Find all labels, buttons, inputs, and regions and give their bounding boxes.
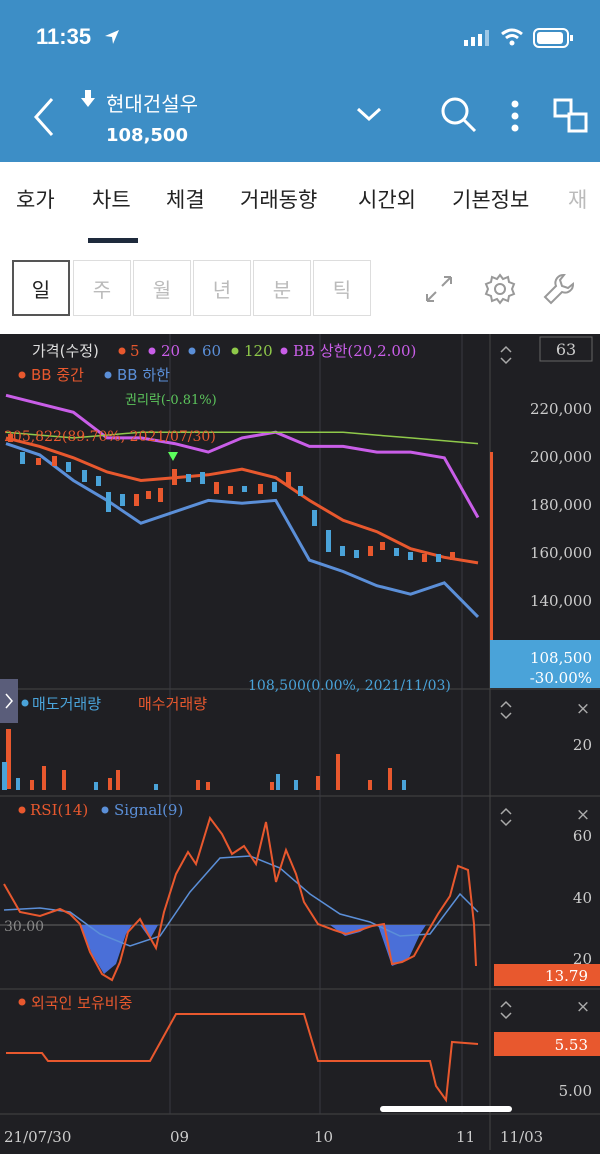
- foreign-label: 외국인 보유비중: [31, 994, 132, 1012]
- high-note: 205,822(89.70%, 2021/07/30): [4, 429, 216, 445]
- legend-bb-upper: BB 상한(20,2.00): [293, 342, 416, 360]
- xaxis-label-0: 21/07/30: [4, 1128, 71, 1146]
- stock-price: 108,500: [106, 125, 188, 146]
- tab-indicator: [88, 238, 138, 243]
- period-tick[interactable]: 틱: [313, 260, 371, 316]
- chevron-down-icon[interactable]: [356, 106, 382, 122]
- tab-trades[interactable]: 체결: [166, 184, 205, 214]
- tab-chart[interactable]: 차트: [92, 184, 131, 214]
- rsi-level: 30.00: [4, 919, 44, 935]
- back-icon[interactable]: [30, 95, 58, 139]
- legend-dot-bb-lower: [104, 371, 112, 379]
- current-change: -30.00%: [530, 669, 592, 687]
- wifi-icon: [501, 28, 523, 46]
- rsi-value: 13.79: [545, 967, 588, 985]
- tab-orderbook[interactable]: 호가: [16, 184, 55, 214]
- xaxis-label-2: 10: [314, 1128, 333, 1146]
- rsi-close-icon[interactable]: ×: [576, 805, 590, 825]
- legend-5: 5: [130, 342, 140, 360]
- foreign-close-icon[interactable]: ×: [576, 997, 590, 1017]
- legend-dot-20: [148, 347, 156, 355]
- window-icon[interactable]: [553, 98, 589, 134]
- legend-dot-120: [231, 347, 239, 355]
- legend-bb-lower: BB 하한: [117, 366, 170, 384]
- period-week[interactable]: 주: [73, 260, 131, 316]
- app-header: 11:35 현대건설우 108,500: [0, 0, 600, 162]
- location-arrow-icon: [105, 30, 119, 44]
- rsi-axis-40: 40: [573, 889, 592, 907]
- price-axis-140000: 140,000: [530, 592, 592, 610]
- legend-dot-60: [188, 347, 196, 355]
- tab-bar: 호가 차트 체결 거래동향 시간외 기본정보 재: [0, 162, 600, 245]
- current-price: 108,500: [530, 649, 592, 667]
- tab-afterhours[interactable]: 시간외: [358, 184, 416, 214]
- sell-volume-label: 매도거래량: [32, 695, 101, 713]
- period-bar: 일 주 월 년 분 틱: [0, 244, 600, 334]
- tab-trend[interactable]: 거래동향: [240, 184, 317, 214]
- more-icon[interactable]: [510, 100, 520, 132]
- count-value: 63: [556, 340, 576, 359]
- status-time: 11:35: [36, 24, 92, 49]
- legend-120: 120: [244, 342, 273, 360]
- expand-icon[interactable]: [424, 274, 454, 304]
- price-axis-160000: 160,000: [530, 544, 592, 562]
- legend-dot-bb-upper: [280, 347, 288, 355]
- tab-info[interactable]: 기본정보: [452, 184, 529, 214]
- gear-icon[interactable]: [484, 273, 516, 305]
- rsi-axis-60: 60: [573, 827, 592, 845]
- tab-more[interactable]: 재: [568, 184, 587, 214]
- down-arrow-icon: [81, 90, 95, 107]
- low-note: 108,500(0.00%, 2021/11/03): [248, 678, 451, 694]
- buy-volume-label: 매수거래량: [138, 695, 207, 713]
- signal-icon: [464, 30, 489, 46]
- home-indicator: [380, 1106, 512, 1112]
- xaxis-current: 11/03: [500, 1128, 543, 1146]
- legend-20: 20: [161, 342, 180, 360]
- legend-60: 60: [202, 342, 221, 360]
- foreign-value: 5.53: [555, 1036, 588, 1054]
- period-year[interactable]: 년: [193, 260, 251, 316]
- chart-area[interactable]: 가격(수정) 5 20 60 120 BB 상한(20,2.00) BB 중간 …: [0, 334, 600, 1150]
- stock-name[interactable]: 현대건설우: [106, 88, 198, 117]
- price-title: 가격(수정): [32, 342, 99, 360]
- price-axis-180000: 180,000: [530, 496, 592, 514]
- volume-axis: 20: [573, 736, 592, 754]
- legend-bb-mid: BB 중간: [31, 366, 84, 384]
- wrench-icon[interactable]: [542, 272, 576, 306]
- rsi-label: RSI(14): [30, 801, 88, 819]
- legend-dot-5: [118, 347, 126, 355]
- xaxis-label-3: 11: [456, 1128, 475, 1146]
- battery-icon: [533, 28, 573, 48]
- stock-chart[interactable]: 가격(수정) 5 20 60 120 BB 상한(20,2.00) BB 중간 …: [0, 334, 600, 1150]
- price-axis-200000: 200,000: [530, 448, 592, 466]
- ex-rights-label: 권리락(-0.81%): [125, 393, 217, 408]
- period-day[interactable]: 일: [12, 260, 70, 316]
- period-minute[interactable]: 분: [253, 260, 311, 316]
- side-handle[interactable]: [0, 679, 18, 723]
- legend-dot-bb-mid: [18, 371, 26, 379]
- xaxis-label-1: 09: [170, 1128, 189, 1146]
- period-month[interactable]: 월: [133, 260, 191, 316]
- signal-label: Signal(9): [114, 801, 183, 819]
- foreign-axis: 5.00: [559, 1082, 592, 1100]
- search-icon[interactable]: [440, 96, 478, 134]
- price-axis-220000: 220,000: [530, 400, 592, 418]
- volume-close-icon[interactable]: ×: [576, 699, 590, 719]
